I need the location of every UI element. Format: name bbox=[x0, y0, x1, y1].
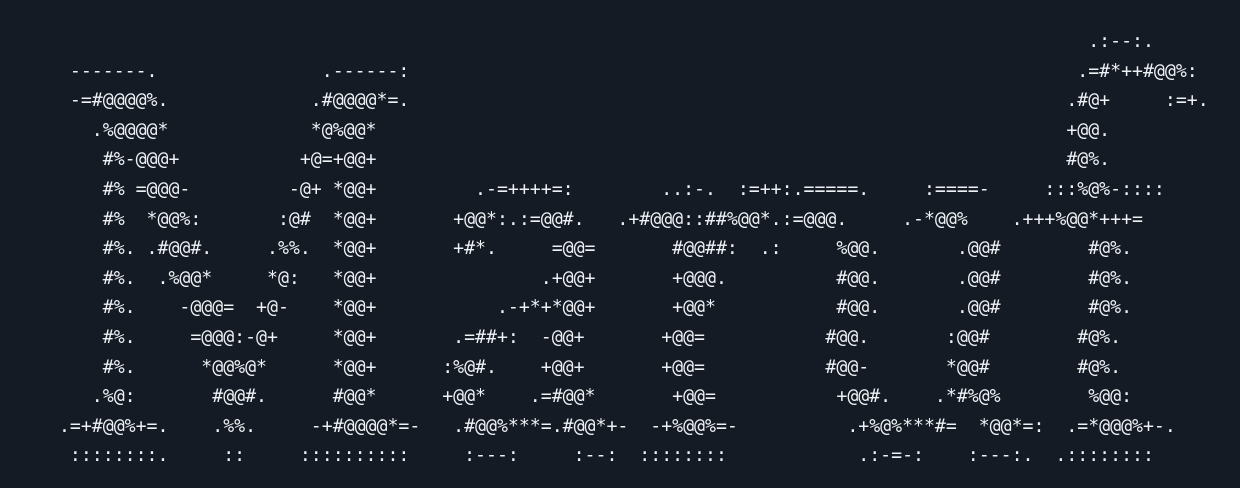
ascii-line: #%. -@@@= +@- *@@+ .-+*+*@@+ +@@* #@@. .… bbox=[48, 297, 1133, 319]
ascii-line: ::::::::. :: :::::::::: :---: :--: :::::… bbox=[48, 445, 1154, 467]
ascii-line: -------. .------: .=#*++#@@%: bbox=[48, 60, 1198, 82]
ascii-line: #%. =@@@:-@+ *@@+ .=##+: -@@+ +@@= #@@. … bbox=[48, 326, 1122, 348]
ascii-line: #%. .#@@#. .%%. *@@+ +#*. =@@= #@@##: .:… bbox=[48, 238, 1133, 260]
ascii-art: .:--:. -------. .------: .=#*++#@@%: -=#… bbox=[48, 27, 1209, 471]
ascii-line: -=#@@@@%. .#@@@@*=. .#@+ :=+. bbox=[48, 90, 1209, 112]
ascii-line: #%. *@@%@* *@@+ :%@#. +@@+ +@@= #@@- *@@… bbox=[48, 356, 1122, 378]
ascii-line: #%-@@@+ +@=+@@+ #@%. bbox=[48, 149, 1111, 171]
ascii-line: #% *@@%: :@# *@@+ +@@*:.:=@@#. .+#@@@::#… bbox=[48, 208, 1143, 230]
ascii-line: #% =@@@- -@+ *@@+ .-=++++=: ..:-. :=++:.… bbox=[48, 178, 1165, 200]
ascii-line: .%@@@@* *@%@@* +@@. bbox=[48, 119, 1111, 141]
ascii-line: #%. .%@@* *@: *@@+ .+@@+ +@@@. #@@. .@@#… bbox=[48, 267, 1133, 289]
ascii-line: .%@: #@@#. #@@* +@@* .=#@@* +@@= +@@#. .… bbox=[48, 386, 1133, 408]
ascii-line: .=+#@@%+=. .%%. -+#@@@@*=- .#@@%***=.#@@… bbox=[48, 415, 1176, 437]
ascii-line: .:--:. bbox=[48, 31, 1154, 52]
